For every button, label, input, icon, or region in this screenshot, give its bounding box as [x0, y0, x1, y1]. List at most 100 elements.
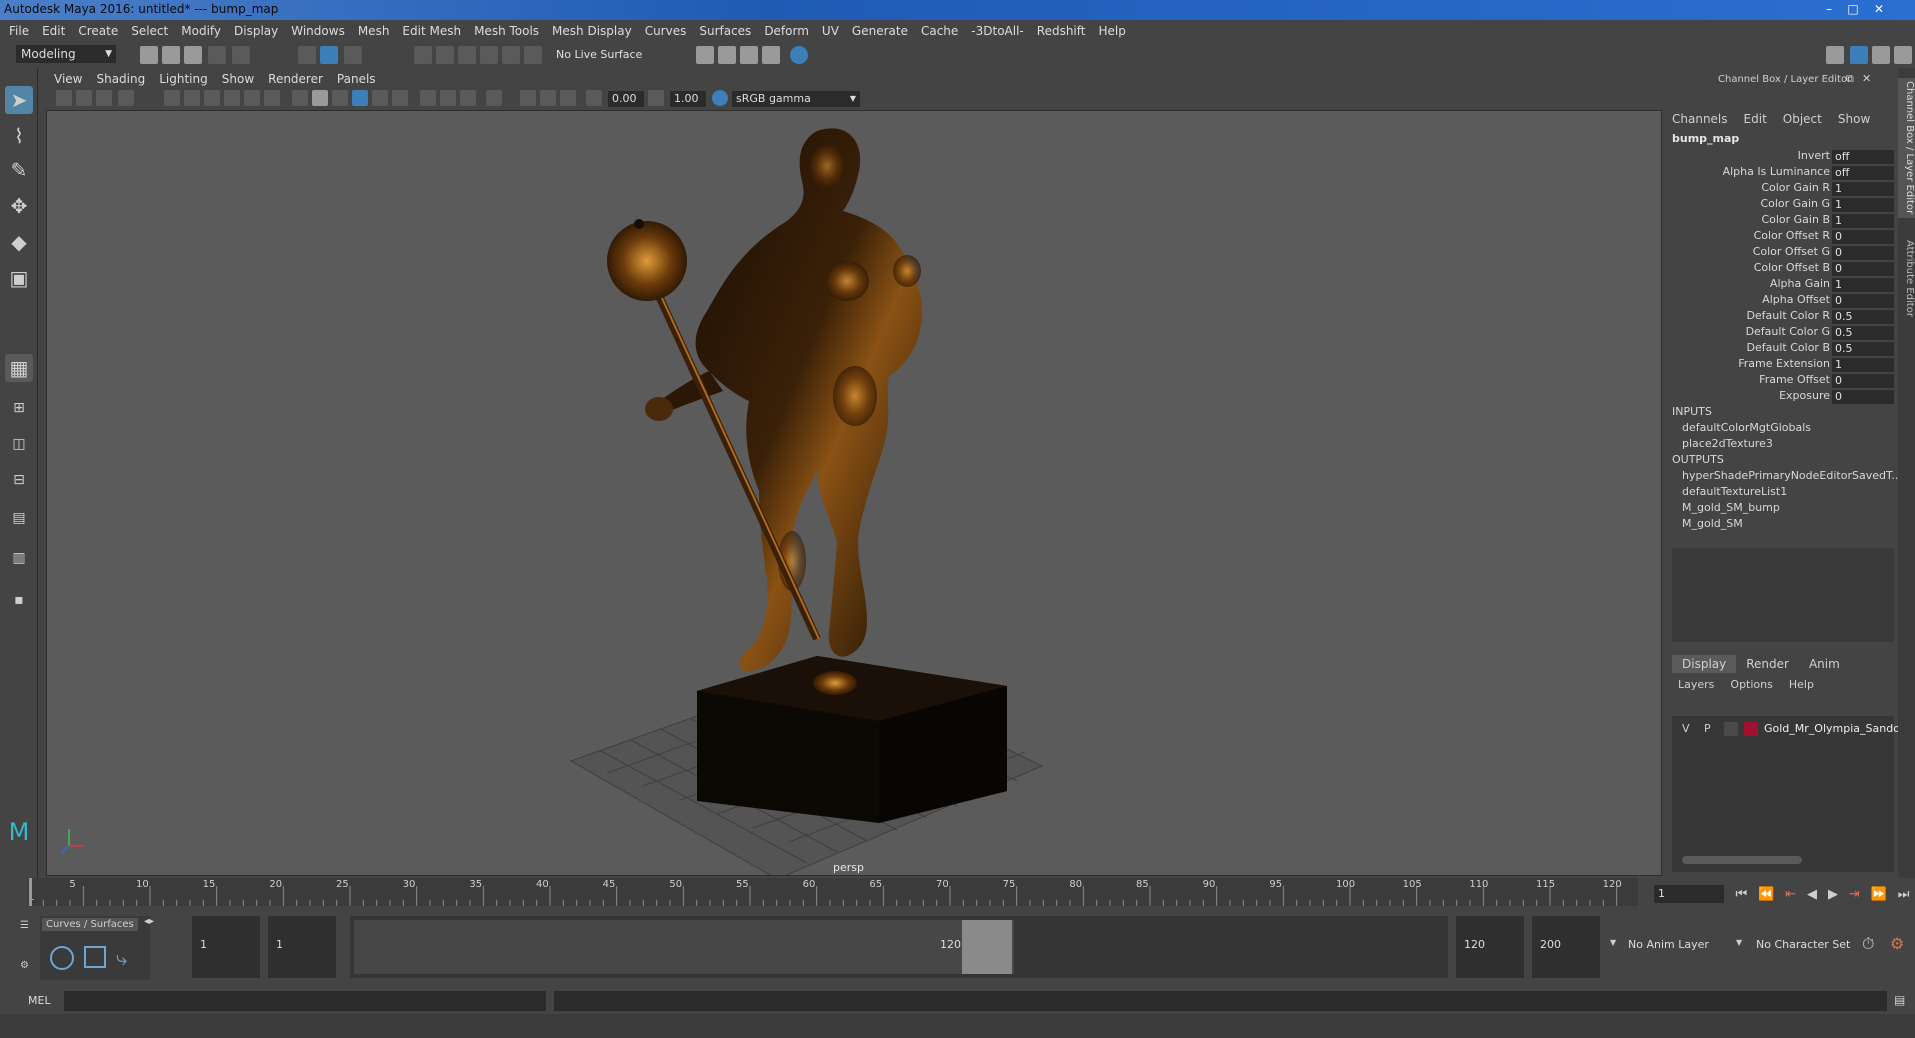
- select-object-icon[interactable]: [320, 46, 338, 64]
- go-to-end-icon[interactable]: ⏭: [1898, 887, 1910, 902]
- command-input[interactable]: [64, 991, 546, 1011]
- menu-mesh-display[interactable]: Mesh Display: [552, 24, 632, 38]
- redo-icon[interactable]: [232, 46, 250, 64]
- step-back-frame-icon[interactable]: ⇤: [1785, 887, 1796, 902]
- step-forward-frame-icon[interactable]: ⇥: [1849, 887, 1860, 902]
- live-surface-label[interactable]: No Live Surface: [556, 48, 642, 61]
- maximize-button[interactable]: □: [1842, 0, 1864, 18]
- undo-icon[interactable]: [208, 46, 226, 64]
- attr-row[interactable]: Alpha Offset 0: [1668, 293, 1894, 309]
- save-scene-icon[interactable]: [184, 46, 202, 64]
- menu-mesh-tools[interactable]: Mesh Tools: [474, 24, 539, 38]
- play-forward-icon[interactable]: ▶: [1828, 887, 1838, 902]
- range-bar[interactable]: [354, 920, 1014, 974]
- smooth-shade-icon[interactable]: [312, 90, 328, 106]
- menu-uv[interactable]: UV: [822, 24, 839, 38]
- shelf-tab-curves-surfaces[interactable]: Curves / Surfaces: [42, 918, 138, 931]
- close-icon[interactable]: ✕: [1862, 72, 1871, 85]
- attr-row[interactable]: Color Offset G0: [1668, 245, 1894, 261]
- animation-start-field[interactable]: 1: [192, 916, 260, 978]
- menu-curves[interactable]: Curves: [645, 24, 687, 38]
- xray-icon[interactable]: [420, 90, 436, 106]
- single-view-icon[interactable]: ▦: [5, 354, 33, 382]
- vp-menu-panels[interactable]: Panels: [337, 72, 376, 86]
- select-tool-icon[interactable]: ➤: [5, 86, 33, 114]
- isolate-select-icon[interactable]: [486, 90, 502, 106]
- menu-icon[interactable]: ☰: [20, 920, 29, 931]
- outliner-layout-icon[interactable]: ▤: [5, 504, 33, 532]
- animation-prefs-icon[interactable]: ⚙: [1890, 934, 1904, 953]
- menu-3dtoall[interactable]: -3DtoAll-: [971, 24, 1023, 38]
- cb-menu-channels[interactable]: Channels: [1672, 112, 1728, 126]
- menu-modify[interactable]: Modify: [181, 24, 221, 38]
- attr-row[interactable]: Default Color G 0.5: [1668, 325, 1894, 341]
- layer-list-scrollbar[interactable]: [1682, 856, 1802, 864]
- menu-mesh[interactable]: Mesh: [358, 24, 390, 38]
- attr-value[interactable]: 0: [1832, 294, 1894, 308]
- playback-end-field[interactable]: 120: [1456, 916, 1524, 978]
- attr-row[interactable]: Color Gain G1: [1668, 197, 1894, 213]
- menu-edit-mesh[interactable]: Edit Mesh: [402, 24, 461, 38]
- float-icon[interactable]: ⧉: [1846, 72, 1854, 86]
- two-view-side-icon[interactable]: ◫: [5, 430, 33, 458]
- layer-color-swatch[interactable]: [1744, 722, 1758, 736]
- vp-menu-lighting[interactable]: Lighting: [159, 72, 208, 86]
- attr-value[interactable]: 0: [1832, 262, 1894, 276]
- magnet-icon[interactable]: [524, 46, 542, 64]
- output-node[interactable]: defaultTextureList1: [1682, 485, 1787, 498]
- attr-row[interactable]: Color Gain R1: [1668, 181, 1894, 197]
- layer-visibility-toggle[interactable]: V: [1682, 722, 1690, 735]
- menu-display[interactable]: Display: [234, 24, 278, 38]
- ipr-render-icon[interactable]: [718, 46, 736, 64]
- xray-components-icon[interactable]: [460, 90, 476, 106]
- wireframe-icon[interactable]: [292, 90, 308, 106]
- go-to-start-icon[interactable]: ⏮: [1735, 887, 1747, 902]
- film-gate-icon[interactable]: [184, 90, 200, 106]
- bookmark-icon[interactable]: [96, 90, 112, 106]
- move-tool-icon[interactable]: ✥: [5, 192, 33, 220]
- snap-grid-icon[interactable]: [414, 46, 432, 64]
- tab-display[interactable]: Display: [1672, 655, 1737, 673]
- tab-render[interactable]: Render: [1736, 655, 1799, 673]
- channel-box-toggle-icon[interactable]: [1850, 46, 1868, 64]
- attr-value[interactable]: 0: [1832, 230, 1894, 244]
- layer-menu-layers[interactable]: Layers: [1678, 678, 1714, 691]
- chevron-down-icon[interactable]: ▼: [1610, 938, 1616, 947]
- attr-row[interactable]: Color Gain B1: [1668, 213, 1894, 229]
- current-frame-field[interactable]: 1: [1654, 885, 1724, 903]
- tab-anim[interactable]: Anim: [1799, 655, 1850, 673]
- anim-layer-select[interactable]: No Anim Layer: [1628, 938, 1709, 951]
- playback-start-field[interactable]: 1: [268, 916, 336, 978]
- attr-value[interactable]: 1: [1832, 278, 1894, 292]
- attr-value[interactable]: 1: [1832, 358, 1894, 372]
- hypershade-icon[interactable]: [762, 46, 780, 64]
- attr-row[interactable]: Color Offset B0: [1668, 261, 1894, 277]
- attr-value[interactable]: 0: [1832, 390, 1894, 404]
- camera-attributes-icon[interactable]: [76, 90, 92, 106]
- menu-generate[interactable]: Generate: [852, 24, 908, 38]
- play-backward-icon[interactable]: ◀: [1807, 887, 1817, 902]
- four-view-icon[interactable]: ⊞: [5, 394, 33, 422]
- attr-value[interactable]: 1: [1832, 214, 1894, 228]
- attribute-editor-toggle-icon[interactable]: [1894, 46, 1912, 64]
- paint-select-tool-icon[interactable]: ✎: [5, 156, 33, 184]
- anti-aliasing-icon[interactable]: [560, 90, 576, 106]
- attr-value[interactable]: 1: [1832, 182, 1894, 196]
- attr-value[interactable]: 0: [1832, 374, 1894, 388]
- layer-type-toggle[interactable]: [1724, 722, 1738, 736]
- motion-blur-icon[interactable]: [540, 90, 556, 106]
- attr-value[interactable]: 0: [1832, 246, 1894, 260]
- gear-icon[interactable]: ⚙: [20, 960, 29, 971]
- menu-deform[interactable]: Deform: [764, 24, 809, 38]
- select-hierarchy-icon[interactable]: [298, 46, 316, 64]
- two-view-stacked-icon[interactable]: ⊟: [5, 466, 33, 494]
- range-track[interactable]: 1 120: [350, 916, 1448, 978]
- graph-layout-icon[interactable]: ▥: [5, 544, 33, 572]
- rotate-tool-icon[interactable]: ◆: [5, 228, 33, 256]
- layer-menu-help[interactable]: Help: [1789, 678, 1814, 691]
- gate-mask-icon[interactable]: [224, 90, 240, 106]
- gamma-field[interactable]: 1.00: [670, 91, 706, 107]
- resolution-gate-icon[interactable]: [204, 90, 220, 106]
- cb-menu-object[interactable]: Object: [1783, 112, 1822, 126]
- attr-row[interactable]: Default Color B 0.5: [1668, 341, 1894, 357]
